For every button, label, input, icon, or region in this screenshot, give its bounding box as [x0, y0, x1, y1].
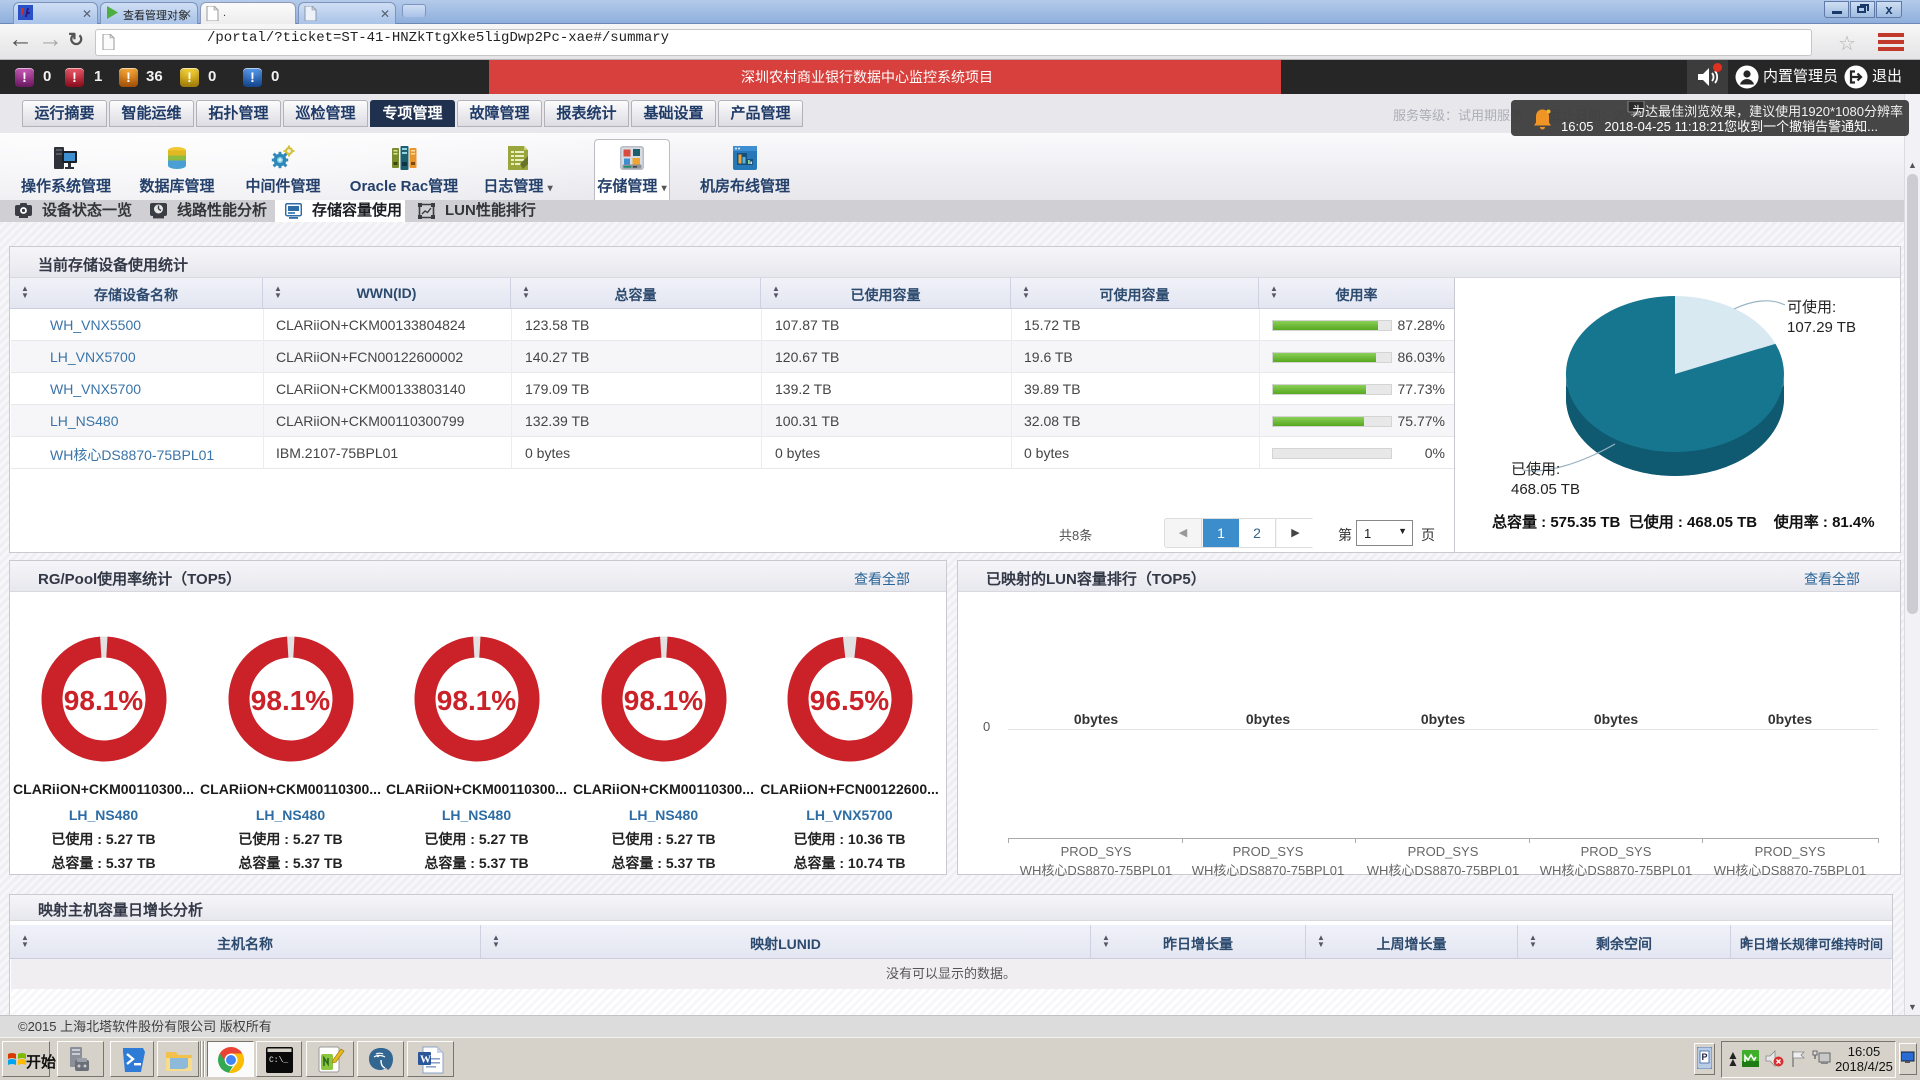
svg-text:可使用:: 可使用:	[1787, 299, 1836, 316]
svg-text:C:\_: C:\_	[269, 1056, 288, 1065]
svg-text:已使用:: 已使用:	[1511, 461, 1560, 478]
svg-text:W: W	[420, 1054, 431, 1066]
svg-text:107.29 TB: 107.29 TB	[1787, 319, 1856, 336]
svg-text:468.05 TB: 468.05 TB	[1511, 481, 1580, 498]
svg-text:P: P	[1702, 1052, 1708, 1062]
